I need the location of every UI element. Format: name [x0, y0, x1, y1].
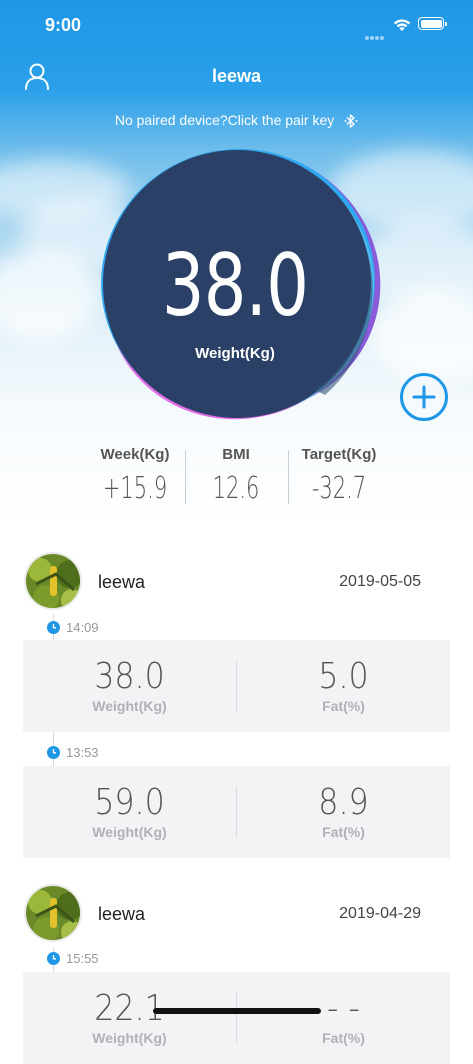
record-weight-value: 59.0	[94, 782, 165, 823]
record-weight-label: Weight(Kg)	[92, 824, 167, 840]
stat-value: -32.7	[311, 471, 367, 506]
history-list[interactable]: leewa 2019-05-05 14:09 38.0 Weight(Kg) 5…	[0, 530, 473, 1064]
battery-icon	[418, 17, 447, 30]
entry-date: 2019-04-29	[339, 905, 421, 922]
cellular-signal-icon	[365, 27, 387, 40]
record-weight: 59.0 Weight(Kg)	[23, 766, 236, 858]
current-weight-value: 38.0	[161, 236, 309, 336]
record-time: 13:53	[66, 745, 99, 760]
record-fat-value: 8.9	[318, 782, 369, 823]
record-card[interactable]: 59.0 Weight(Kg) 8.9 Fat(%)	[23, 766, 450, 858]
user-name: leewa	[98, 572, 146, 592]
wifi-icon	[393, 19, 411, 31]
stat-label: Week(Kg)	[100, 446, 170, 463]
pair-prompt-text[interactable]: No paired device?Click the pair key	[115, 112, 334, 128]
status-time: 9:00	[45, 15, 82, 35]
clock-icon	[47, 952, 60, 965]
add-record-button[interactable]	[399, 372, 449, 422]
stat-target: Target(Kg) -32.7	[289, 446, 389, 506]
record-weight-label: Weight(Kg)	[92, 1030, 167, 1046]
pair-device-prompt[interactable]: No paired device?Click the pair key	[0, 112, 473, 129]
avatar-photo	[26, 554, 80, 608]
record-time: 14:09	[66, 620, 99, 635]
home-indicator[interactable]	[153, 1008, 321, 1014]
record-fat-label: Fat(%)	[322, 824, 365, 840]
record-time: 15:55	[66, 951, 99, 966]
record-weight-value: 38.0	[94, 656, 165, 697]
record-card[interactable]: 38.0 Weight(Kg) 5.0 Fat(%)	[23, 640, 450, 732]
record-fat: 5.0 Fat(%)	[237, 640, 450, 732]
record-fat-label: Fat(%)	[322, 1030, 365, 1046]
record-fat: 8.9 Fat(%)	[237, 766, 450, 858]
stat-week: Week(Kg) +15.9	[85, 446, 185, 506]
user-name: leewa	[98, 904, 146, 924]
clock-icon	[47, 746, 60, 759]
bluetooth-icon[interactable]	[344, 113, 358, 129]
stat-bmi: BMI 12.6	[186, 446, 286, 506]
record-fat-label: Fat(%)	[322, 698, 365, 714]
record-fat: - - Fat(%)	[237, 972, 450, 1064]
record-fat-value: 5.0	[318, 656, 369, 697]
record-weight-label: Weight(Kg)	[92, 698, 167, 714]
record-card[interactable]: 22.1 Weight(Kg) - - Fat(%)	[23, 972, 450, 1064]
page-title: leewa	[211, 66, 262, 86]
avatar[interactable]	[24, 884, 82, 942]
stat-value: 12.6	[212, 471, 260, 506]
status-bar: 9:00	[0, 0, 473, 50]
avatar[interactable]	[24, 552, 82, 610]
stat-label: Target(Kg)	[301, 446, 377, 463]
summary-stats: Week(Kg) +15.9 BMI 12.6 Target(Kg) -32.7	[85, 446, 385, 508]
clock-icon	[47, 621, 60, 634]
avatar-photo	[26, 886, 80, 940]
stat-label: BMI	[222, 446, 250, 463]
record-weight: 38.0 Weight(Kg)	[23, 640, 236, 732]
stat-value: +15.9	[102, 471, 168, 506]
entry-date: 2019-05-05	[339, 573, 421, 590]
current-weight-label: Weight(Kg)	[195, 345, 275, 362]
record-weight: 22.1 Weight(Kg)	[23, 972, 236, 1064]
